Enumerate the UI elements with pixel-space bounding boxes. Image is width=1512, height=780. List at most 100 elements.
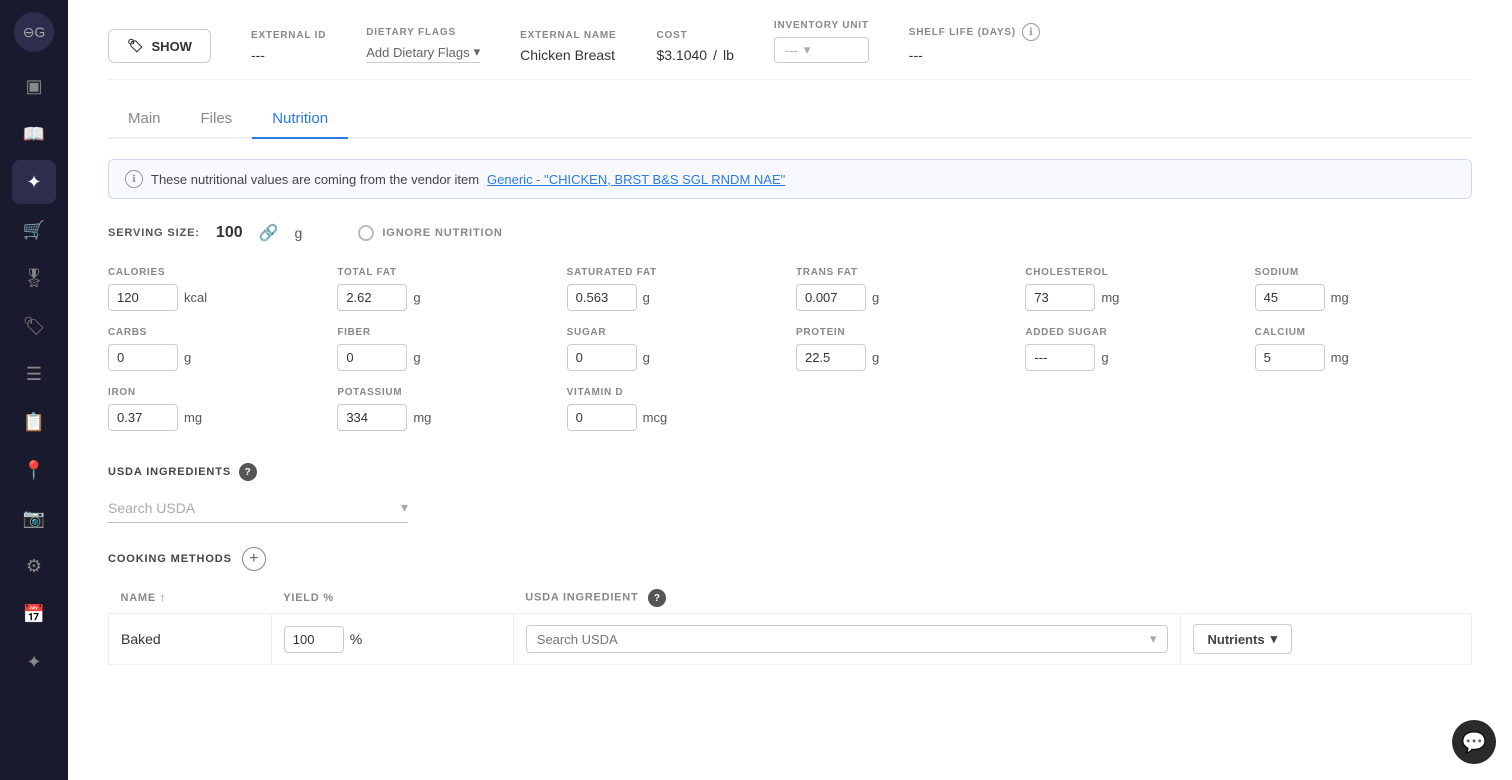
nutrients-button[interactable]: Nutrients ▾ xyxy=(1193,624,1293,654)
nutrition-grid: CALORIES kcal TOTAL FAT g SATURATED FAT … xyxy=(108,267,1472,431)
row-usda-search[interactable]: ▾ xyxy=(526,625,1168,653)
sugar-label: SUGAR xyxy=(567,327,784,338)
sort-icon[interactable]: ↑ xyxy=(160,592,166,604)
protein-label: PROTEIN xyxy=(796,327,1013,338)
nutrient-calcium: CALCIUM mg xyxy=(1255,327,1472,371)
sodium-input[interactable] xyxy=(1255,284,1325,311)
usda-ingredient-help-icon[interactable]: ? xyxy=(648,589,666,607)
nutrient-carbs: CARBS g xyxy=(108,327,325,371)
list-icon: ☰ xyxy=(26,364,42,385)
cholesterol-unit: mg xyxy=(1101,290,1119,305)
calories-input[interactable] xyxy=(108,284,178,311)
cholesterol-input[interactable] xyxy=(1025,284,1095,311)
calcium-input[interactable] xyxy=(1255,344,1325,371)
tab-files[interactable]: Files xyxy=(181,100,253,139)
cart-icon: 🛒 xyxy=(23,220,45,241)
tab-main[interactable]: Main xyxy=(108,100,181,139)
total-fat-input[interactable] xyxy=(337,284,407,311)
inventory-unit-select[interactable]: --- ▾ xyxy=(774,37,869,63)
row-yield: % xyxy=(271,614,513,665)
potassium-input[interactable] xyxy=(337,404,407,431)
saturated-fat-input[interactable] xyxy=(567,284,637,311)
cooking-methods-table: Name ↑ Yield % USDA Ingredient ? Baked xyxy=(108,583,1472,665)
vitamin-d-label: VITAMIN D xyxy=(567,387,784,398)
cooking-methods-title: COOKING METHODS xyxy=(108,553,232,565)
sugar-input[interactable] xyxy=(567,344,637,371)
sidebar-item-location[interactable]: 📍 xyxy=(12,448,56,492)
sidebar-item-sliders[interactable]: ⚙ xyxy=(12,544,56,588)
cost-unit: lb xyxy=(723,47,734,63)
nutrient-sugar: SUGAR g xyxy=(567,327,784,371)
info-icon[interactable]: ℹ xyxy=(1022,23,1040,41)
cost-field: COST $3.1040 / lb xyxy=(656,30,733,63)
sodium-unit: mg xyxy=(1331,290,1349,305)
row-usda: ▾ xyxy=(513,614,1180,665)
usda-search-container[interactable]: ▾ xyxy=(108,493,408,523)
fiber-input[interactable] xyxy=(337,344,407,371)
row-nutrients: Nutrients ▾ xyxy=(1180,614,1472,665)
usda-chevron-icon: ▾ xyxy=(401,499,408,516)
sidebar-item-tags[interactable]: 🏷 xyxy=(12,304,56,348)
sidebar-item-analytics[interactable]: ✦ xyxy=(12,160,56,204)
banner-info-icon: ℹ xyxy=(125,170,143,188)
nutrient-potassium: POTASSIUM mg xyxy=(337,387,554,431)
nutrient-total-fat: TOTAL FAT g xyxy=(337,267,554,311)
nutrients-label: Nutrients xyxy=(1208,632,1265,647)
chevron-down-icon: ▾ xyxy=(804,42,811,58)
external-id-label: EXTERNAL ID xyxy=(251,30,326,41)
chevron-down-icon: ▾ xyxy=(474,44,481,60)
vitamin-d-input[interactable] xyxy=(567,404,637,431)
ignore-nutrition-label[interactable]: IGNORE NUTRITION xyxy=(382,227,502,239)
catalog-icon: 📋 xyxy=(23,412,45,433)
sidebar-item-camera[interactable]: 📷 xyxy=(12,496,56,540)
carbs-unit: g xyxy=(184,350,191,365)
usda-ingredients-header: USDA INGREDIENTS ? xyxy=(108,463,1472,481)
trans-fat-unit: g xyxy=(872,290,879,305)
carbs-label: CARBS xyxy=(108,327,325,338)
row-usda-input[interactable] xyxy=(537,632,1144,647)
sidebar-item-star[interactable]: ✦ xyxy=(12,640,56,684)
col-name: Name ↑ xyxy=(109,583,272,614)
sidebar-item-catalog[interactable]: 📋 xyxy=(12,400,56,444)
sidebar-item-badges[interactable]: 🎖 xyxy=(12,256,56,300)
protein-input[interactable] xyxy=(796,344,866,371)
chat-bubble[interactable]: 💬 xyxy=(1452,720,1496,764)
shelf-life-value: --- xyxy=(909,47,1040,63)
ignore-nutrition-row: IGNORE NUTRITION xyxy=(358,225,502,241)
badge-icon: 🎖 xyxy=(23,268,46,289)
sidebar-item-list[interactable]: ☰ xyxy=(12,352,56,396)
tag-show-icon: 🏷 xyxy=(127,38,144,54)
vitamin-d-unit: mcg xyxy=(643,410,668,425)
row-name: Baked xyxy=(109,614,272,665)
usda-search-input[interactable] xyxy=(108,500,393,516)
show-button[interactable]: 🏷 SHOW xyxy=(108,29,211,63)
sugar-unit: g xyxy=(643,350,650,365)
sidebar-item-orders[interactable]: 🛒 xyxy=(12,208,56,252)
sidebar-item-calendar[interactable]: 📅 xyxy=(12,592,56,636)
dietary-flags-button[interactable]: Add Dietary Flags ▾ xyxy=(366,44,480,63)
sidebar-item-dashboard[interactable]: ▣ xyxy=(12,64,56,108)
calcium-unit: mg xyxy=(1331,350,1349,365)
ignore-nutrition-radio[interactable] xyxy=(358,225,374,241)
external-name-field: EXTERNAL NAME Chicken Breast xyxy=(520,30,616,63)
add-cooking-method-button[interactable]: + xyxy=(242,547,266,571)
chat-icon: 💬 xyxy=(1462,730,1487,755)
nutrient-trans-fat: TRANS FAT g xyxy=(796,267,1013,311)
star-icon: ✦ xyxy=(26,652,41,673)
trans-fat-input[interactable] xyxy=(796,284,866,311)
nutrient-added-sugar: ADDED SUGAR g xyxy=(1025,327,1242,371)
iron-input[interactable] xyxy=(108,404,178,431)
sidebar-logo[interactable]: ⊖G xyxy=(14,12,54,52)
potassium-unit: mg xyxy=(413,410,431,425)
serving-size-label: SERVING SIZE: xyxy=(108,227,200,239)
iron-label: IRON xyxy=(108,387,325,398)
usda-help-icon[interactable]: ? xyxy=(239,463,257,481)
serving-size-value: 100 xyxy=(216,224,243,242)
carbs-input[interactable] xyxy=(108,344,178,371)
external-id-value: --- xyxy=(251,47,326,63)
vendor-item-link[interactable]: Generic - "CHICKEN, BRST B&S SGL RNDM NA… xyxy=(487,172,785,187)
tab-nutrition[interactable]: Nutrition xyxy=(252,100,348,139)
sidebar-item-book[interactable]: 📖 xyxy=(12,112,56,156)
yield-input[interactable] xyxy=(284,626,344,653)
added-sugar-input[interactable] xyxy=(1025,344,1095,371)
